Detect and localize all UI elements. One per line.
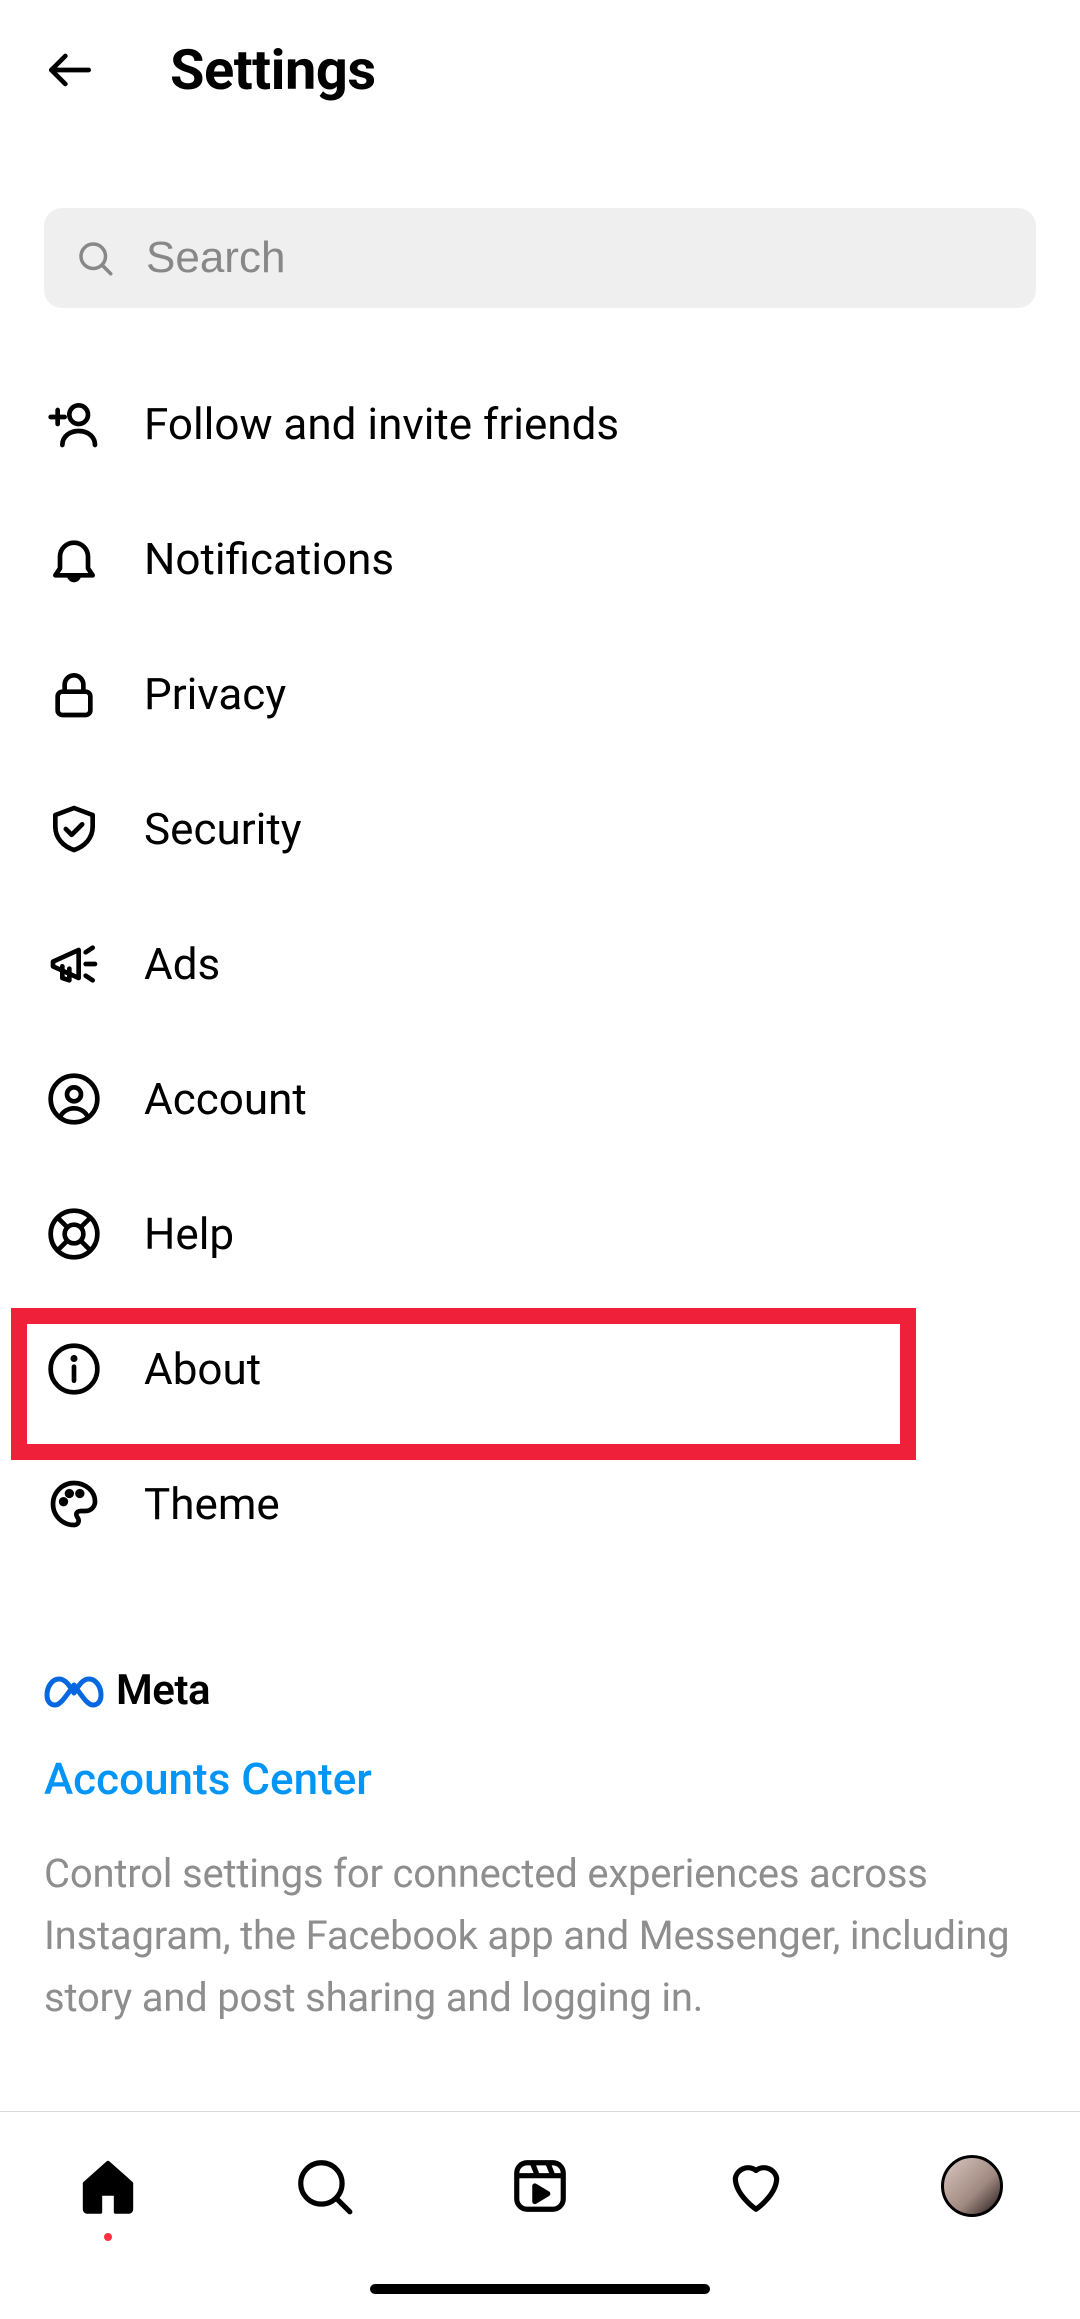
home-icon xyxy=(77,2155,139,2217)
search-icon xyxy=(293,2155,355,2217)
menu-item-ads[interactable]: Ads xyxy=(0,896,1080,1031)
palette-icon xyxy=(44,1474,104,1534)
avatar xyxy=(941,2155,1003,2217)
bottom-nav xyxy=(0,2111,1080,2259)
menu-label: About xyxy=(144,1343,261,1395)
search-input[interactable] xyxy=(146,233,1006,283)
menu-item-help[interactable]: Help xyxy=(0,1166,1080,1301)
nav-home[interactable] xyxy=(0,2112,216,2259)
settings-menu: Follow and invite friends Notifications … xyxy=(0,308,1080,1571)
nav-search[interactable] xyxy=(216,2112,432,2259)
menu-label: Account xyxy=(144,1073,307,1125)
home-indicator-area xyxy=(0,2259,1080,2319)
lock-icon xyxy=(44,664,104,724)
menu-label: Privacy xyxy=(144,668,286,720)
bottom-nav-container xyxy=(0,2111,1080,2319)
bell-icon xyxy=(44,529,104,589)
menu-label: Theme xyxy=(144,1478,280,1530)
user-circle-icon xyxy=(44,1069,104,1129)
menu-item-privacy[interactable]: Privacy xyxy=(0,626,1080,761)
meta-logo: Meta xyxy=(44,1666,1036,1715)
nav-activity[interactable] xyxy=(648,2112,864,2259)
meta-infinity-icon xyxy=(44,1670,104,1712)
menu-label: Ads xyxy=(144,938,220,990)
menu-item-about[interactable]: About xyxy=(0,1301,1080,1436)
search-container xyxy=(0,140,1080,308)
menu-label: Follow and invite friends xyxy=(144,398,619,450)
nav-home-dot xyxy=(104,2233,112,2241)
menu-item-theme[interactable]: Theme xyxy=(0,1436,1080,1571)
menu-item-security[interactable]: Security xyxy=(0,761,1080,896)
menu-item-notifications[interactable]: Notifications xyxy=(0,491,1080,626)
heart-icon xyxy=(725,2155,787,2217)
meta-brand-text: Meta xyxy=(116,1666,210,1715)
lifebuoy-icon xyxy=(44,1204,104,1264)
info-icon xyxy=(44,1339,104,1399)
menu-item-account[interactable]: Account xyxy=(0,1031,1080,1166)
accounts-center-link[interactable]: Accounts Center xyxy=(44,1753,372,1805)
header: Settings xyxy=(0,0,1080,140)
shield-check-icon xyxy=(44,799,104,859)
menu-label: Security xyxy=(144,803,302,855)
back-arrow-icon xyxy=(42,42,98,98)
person-add-icon xyxy=(44,394,104,454)
menu-item-follow-invite[interactable]: Follow and invite friends xyxy=(0,356,1080,491)
meta-description: Control settings for connected experienc… xyxy=(44,1843,1036,2029)
reels-icon xyxy=(509,2155,571,2217)
search-icon xyxy=(74,237,116,279)
home-indicator[interactable] xyxy=(370,2284,710,2294)
nav-reels[interactable] xyxy=(432,2112,648,2259)
back-button[interactable] xyxy=(30,30,110,110)
menu-label: Help xyxy=(144,1208,234,1260)
search-box[interactable] xyxy=(44,208,1036,308)
page-title: Settings xyxy=(170,37,376,103)
menu-label: Notifications xyxy=(144,533,394,585)
megaphone-icon xyxy=(44,934,104,994)
meta-section: Meta Accounts Center Control settings fo… xyxy=(0,1571,1080,2029)
nav-profile[interactable] xyxy=(864,2112,1080,2259)
